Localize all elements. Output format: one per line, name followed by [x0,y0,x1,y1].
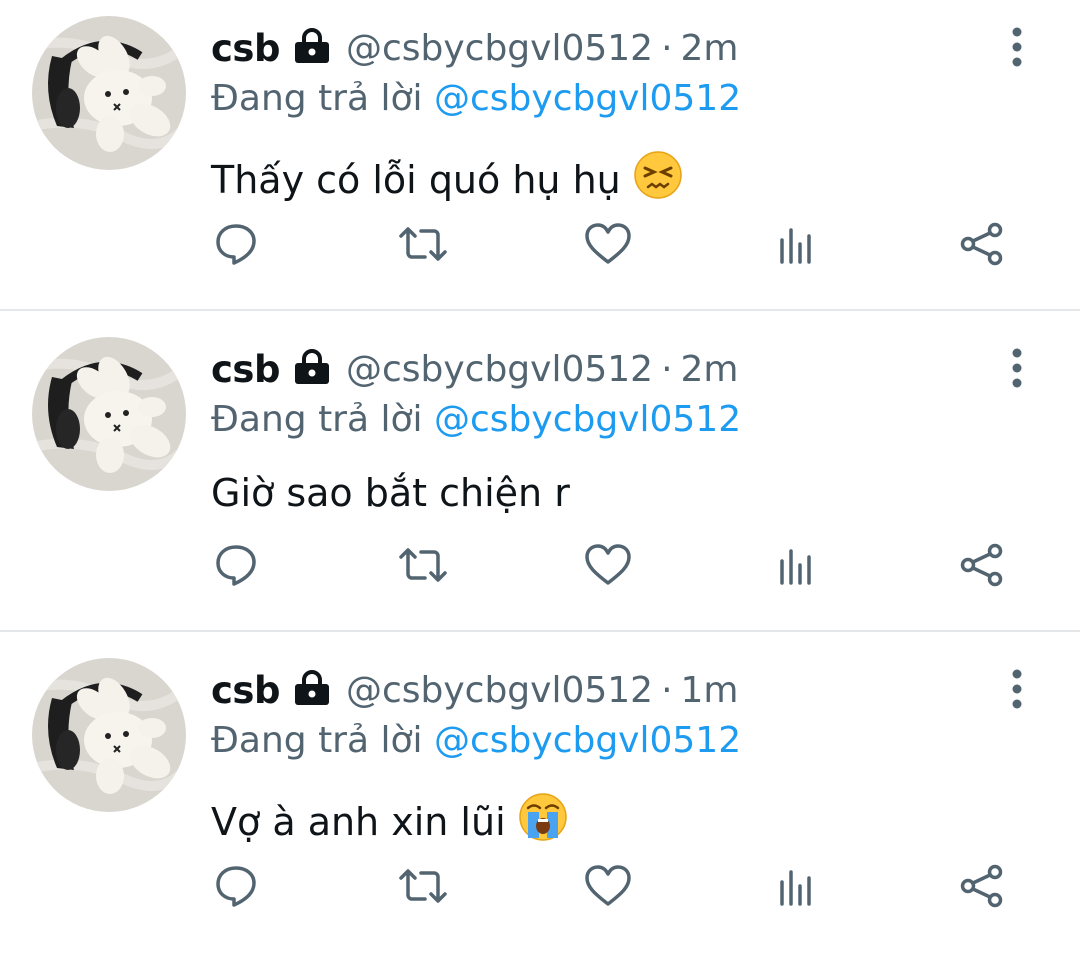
replying-to-label: Đang trả lời [211,78,423,119]
tweet-text-row: Giờ sao bắt chiện r [211,471,570,515]
share-icon[interactable] [954,537,1010,593]
lock-icon [292,349,332,389]
retweet-icon[interactable] [395,858,451,914]
user-handle[interactable]: @csbycbgvl0512 [346,28,653,69]
replying-to: Đang trả lời @csbycbgvl0512 [211,399,741,440]
persevering-face-emoji [633,150,683,209]
timestamp[interactable]: 2m [681,28,739,69]
more-options-icon[interactable] [1000,22,1034,72]
lock-icon [292,670,332,710]
divider [0,630,1080,632]
like-icon[interactable] [580,858,636,914]
timestamp[interactable]: 2m [681,349,739,390]
separator-dot: · [661,669,673,711]
replying-to: Đang trả lời @csbycbgvl0512 [211,78,741,119]
like-icon[interactable] [580,216,636,272]
avatar[interactable] [32,337,186,491]
separator-dot: · [661,348,673,390]
tweet-text: Thấy có lỗi quó hụ hụ [211,157,621,202]
retweet-icon[interactable] [395,537,451,593]
share-icon[interactable] [954,216,1010,272]
avatar[interactable] [32,16,186,170]
share-icon[interactable] [954,858,1010,914]
more-options-icon[interactable] [1000,343,1034,393]
views-icon[interactable] [768,216,824,272]
tweet-text-row: Vợ à anh xin lũi [211,792,568,851]
display-name[interactable]: csb [211,27,280,70]
tweet-text: Vợ à anh xin lũi [211,799,506,844]
reply-icon[interactable] [208,858,264,914]
tweet[interactable]: csb @csbycbgvl0512 · 1m Đang trả lời @cs… [0,642,1080,962]
display-name[interactable]: csb [211,669,280,712]
retweet-icon[interactable] [395,216,451,272]
tweet-text-row: Thấy có lỗi quó hụ hụ [211,150,683,209]
replying-to-mention[interactable]: @csbycbgvl0512 [434,720,741,761]
more-options-icon[interactable] [1000,664,1034,714]
replying-to-label: Đang trả lời [211,720,423,761]
replying-to-label: Đang trả lời [211,399,423,440]
avatar[interactable] [32,658,186,812]
timestamp[interactable]: 1m [681,670,739,711]
lock-icon [292,28,332,68]
like-icon[interactable] [580,537,636,593]
divider [0,309,1080,311]
replying-to: Đang trả lời @csbycbgvl0512 [211,720,741,761]
views-icon[interactable] [768,537,824,593]
reply-icon[interactable] [208,537,264,593]
views-icon[interactable] [768,858,824,914]
display-name[interactable]: csb [211,348,280,391]
tweet[interactable]: csb @csbycbgvl0512 · 2m Đang trả lời @cs… [0,321,1080,641]
replying-to-mention[interactable]: @csbycbgvl0512 [434,78,741,119]
user-handle[interactable]: @csbycbgvl0512 [346,670,653,711]
user-handle[interactable]: @csbycbgvl0512 [346,349,653,390]
reply-icon[interactable] [208,216,264,272]
separator-dot: · [661,27,673,69]
replying-to-mention[interactable]: @csbycbgvl0512 [434,399,741,440]
loudly-crying-face-emoji [518,792,568,851]
tweet-text: Giờ sao bắt chiện r [211,471,570,515]
tweet[interactable]: csb @csbycbgvl0512 · 2m Đang trả lời @cs… [0,0,1080,320]
